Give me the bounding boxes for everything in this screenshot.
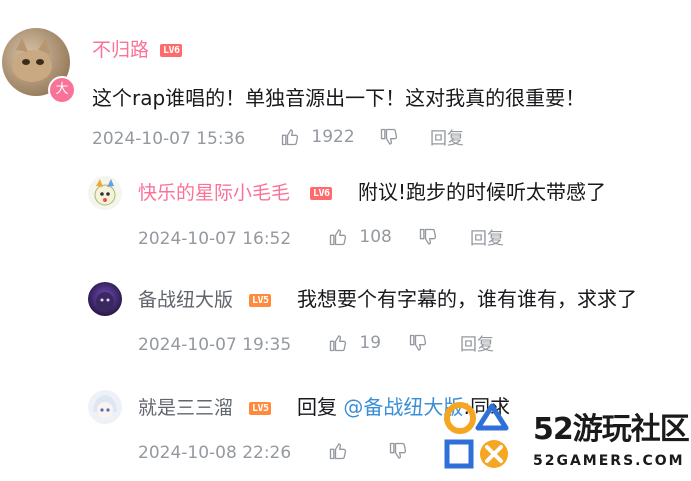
comment-username[interactable]: 就是三三溜 — [138, 396, 233, 420]
star-creature-avatar-image — [94, 179, 116, 206]
comment-time: 2024-10-07 19:35 — [138, 335, 292, 355]
thumbs-down-icon — [380, 128, 398, 145]
thumbs-down-icon — [409, 334, 427, 351]
like-count: 1922 — [311, 127, 355, 147]
comment-time: 2024-10-07 16:52 — [138, 229, 292, 249]
avatar[interactable] — [88, 176, 122, 210]
avatar[interactable] — [88, 390, 122, 424]
comment-text: 我想要个有字幕的，谁有谁有，求求了 — [297, 287, 637, 311]
comment-username[interactable]: 快乐的星际小毛毛 — [138, 181, 290, 205]
level-badge: LV6 — [310, 187, 332, 200]
character-avatar-image — [96, 292, 114, 312]
comment-time: 2024-10-08 22:26 — [138, 443, 292, 463]
like-button[interactable]: 1922 — [280, 126, 355, 148]
level-badge: LV6 — [160, 44, 182, 57]
thumbs-up-icon — [329, 443, 347, 460]
reply-button[interactable]: 回复 — [470, 228, 504, 250]
like-button[interactable] — [328, 440, 348, 462]
watermark-site-name: 52游玩社区 — [533, 412, 690, 447]
level-badge: LV5 — [249, 294, 271, 307]
like-count: 19 — [359, 333, 382, 353]
like-button[interactable]: 108 — [328, 226, 392, 248]
watermark-domain: 52GAMERS.COM — [533, 453, 685, 469]
thumbs-up-icon — [329, 229, 347, 246]
thumbs-up-icon — [281, 129, 299, 146]
thumbs-down-icon — [419, 228, 437, 245]
dislike-button[interactable] — [408, 332, 428, 354]
thumbs-down-icon — [389, 442, 407, 459]
watermark-logo — [440, 398, 530, 474]
reply-button[interactable]: 回复 — [460, 334, 494, 356]
dislike-button[interactable] — [379, 126, 399, 148]
comment-username[interactable]: 不归路 — [92, 38, 149, 62]
comment-time: 2024-10-07 15:36 — [92, 129, 246, 149]
like-count: 108 — [359, 227, 392, 247]
like-button[interactable]: 19 — [328, 332, 381, 354]
avatar[interactable] — [88, 282, 122, 316]
reply-prefix: 回复 — [297, 395, 344, 419]
anime-girl-avatar-image — [93, 395, 117, 418]
game-buttons-logo-icon — [444, 402, 509, 469]
dislike-button[interactable] — [388, 440, 408, 462]
comment-text: 这个rap谁唱的！单独音源出一下！这对我真的很重要！ — [92, 86, 586, 110]
dislike-button[interactable] — [418, 226, 438, 248]
thumbs-up-icon — [329, 335, 347, 352]
reply-button[interactable]: 回复 — [430, 128, 464, 150]
level-badge: LV5 — [249, 402, 271, 415]
vip-badge: 大 — [48, 76, 76, 104]
comment-text: 附议!跑步的时候听太带感了 — [358, 180, 607, 204]
comment-meta: 2024-10-07 15:36 — [92, 128, 245, 150]
comment-username[interactable]: 备战纽大版 — [138, 288, 233, 312]
